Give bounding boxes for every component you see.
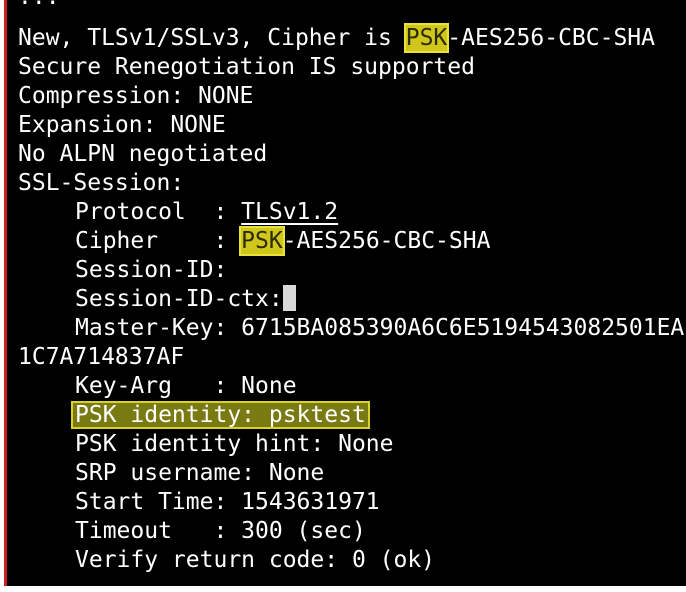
psk-highlight: PSK (239, 226, 285, 256)
line-timeout: Timeout : 300 (sec) (75, 518, 366, 544)
protocol-value: TLSv1.2 (241, 199, 339, 225)
line-master-key-wrap: 1C7A714837AF (18, 344, 185, 370)
psk-identity-highlight: PSK identity: psktest (71, 401, 370, 429)
screenshot: ... New, TLSv1/SSLv3, Cipher is PSK-AES2… (0, 0, 686, 592)
line-psk-identity-hint: PSK identity hint: None (75, 431, 394, 457)
left-border-bar (4, 0, 7, 586)
line-session-id-ctx: Session-ID-ctx: (18, 285, 296, 314)
line-protocol: Protocol : TLSv1.2 (18, 198, 338, 227)
line-text: New, TLSv1/SSLv3, Cipher is (18, 25, 406, 51)
terminal-cursor (282, 285, 296, 311)
line-text: - (447, 25, 462, 51)
terminal-window[interactable]: ... New, TLSv1/SSLv3, Cipher is PSK-AES2… (4, 0, 686, 586)
bottom-margin (0, 586, 686, 592)
line-psk-identity: PSK identity: psktest (71, 401, 370, 430)
line-srp-username: SRP username: None (75, 460, 325, 486)
line-text: AES256-CBC-SHA (296, 228, 491, 254)
line-renegotiation: Secure Renegotiation IS supported (18, 54, 475, 80)
psk-highlight: PSK (403, 23, 450, 53)
line-key-arg: Key-Arg : None (75, 373, 297, 399)
line-compression: Compression: NONE (18, 83, 254, 109)
line-text: AES256-CBC-SHA (461, 25, 656, 51)
line-new-session: New, TLSv1/SSLv3, Cipher is PSK-AES256-C… (18, 23, 656, 53)
line-expansion: Expansion: NONE (18, 112, 226, 138)
line-ssl-session: SSL-Session: (18, 170, 185, 196)
line-text: Protocol : (75, 199, 242, 225)
line-text: Cipher : (75, 228, 242, 254)
line-cipher: Cipher : PSK-AES256-CBC-SHA (18, 226, 491, 256)
line-verify-code: Verify return code: 0 (ok) (75, 547, 436, 573)
line-text: - (282, 228, 297, 254)
line-master-key: Master-Key: 6715BA085390A6C6E51945430825… (75, 315, 685, 341)
partial-line: ... (18, 0, 60, 12)
line-text: Session-ID-ctx: (75, 286, 283, 312)
line-start-time: Start Time: 1543631971 (75, 489, 380, 515)
line-alpn: No ALPN negotiated (18, 141, 268, 167)
line-session-id: Session-ID: (75, 257, 228, 283)
